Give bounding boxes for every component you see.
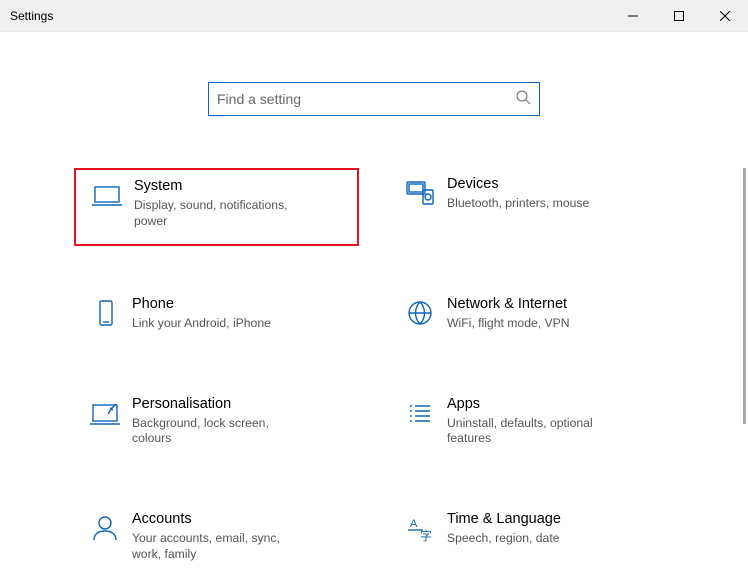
- personalisation-icon: [84, 396, 126, 428]
- tile-title: System: [134, 178, 304, 194]
- system-icon: [86, 178, 128, 210]
- close-button[interactable]: [702, 0, 748, 32]
- tile-subtitle: Background, lock screen, colours: [132, 416, 302, 448]
- search-wrap: [0, 82, 748, 116]
- minimize-icon: [628, 11, 638, 21]
- tile-title: Time & Language: [447, 511, 561, 527]
- tile-title: Apps: [447, 396, 617, 412]
- tile-title: Phone: [132, 296, 271, 312]
- minimize-button[interactable]: [610, 0, 656, 32]
- window-title: Settings: [10, 9, 53, 23]
- search-box[interactable]: [208, 82, 540, 116]
- tile-title: Network & Internet: [447, 296, 570, 312]
- svg-text:字: 字: [420, 528, 432, 543]
- accounts-icon: [84, 511, 126, 543]
- tile-title: Accounts: [132, 511, 302, 527]
- network-icon: [399, 296, 441, 328]
- devices-icon: [399, 176, 441, 208]
- tile-network[interactable]: Network & Internet WiFi, flight mode, VP…: [389, 288, 674, 346]
- maximize-icon: [674, 11, 684, 21]
- close-icon: [720, 11, 730, 21]
- tile-title: Devices: [447, 176, 589, 192]
- titlebar: Settings: [0, 0, 748, 32]
- tile-subtitle: Link your Android, iPhone: [132, 316, 271, 332]
- tile-apps[interactable]: Apps Uninstall, defaults, optional featu…: [389, 388, 674, 462]
- tile-subtitle: WiFi, flight mode, VPN: [447, 316, 570, 332]
- tile-timelanguage[interactable]: A字 Time & Language Speech, region, date: [389, 503, 674, 571]
- search-icon: [515, 89, 531, 110]
- tile-subtitle: Uninstall, defaults, optional features: [447, 416, 617, 448]
- maximize-button[interactable]: [656, 0, 702, 32]
- search-input[interactable]: [217, 91, 515, 107]
- tile-system[interactable]: System Display, sound, notifications, po…: [74, 168, 359, 246]
- svg-text:A: A: [410, 518, 418, 530]
- settings-grid: System Display, sound, notifications, po…: [74, 168, 674, 571]
- tile-title: Personalisation: [132, 396, 302, 412]
- tile-accounts[interactable]: Accounts Your accounts, email, sync, wor…: [74, 503, 359, 571]
- tile-subtitle: Your accounts, email, sync, work, family: [132, 531, 302, 563]
- tile-personalisation[interactable]: Personalisation Background, lock screen,…: [74, 388, 359, 462]
- tile-devices[interactable]: Devices Bluetooth, printers, mouse: [389, 168, 674, 246]
- tile-subtitle: Speech, region, date: [447, 531, 561, 547]
- content-area: System Display, sound, notifications, po…: [0, 32, 748, 571]
- phone-icon: [84, 296, 126, 328]
- timelanguage-icon: A字: [399, 511, 441, 543]
- tile-subtitle: Display, sound, notifications, power: [134, 198, 304, 230]
- tile-phone[interactable]: Phone Link your Android, iPhone: [74, 288, 359, 346]
- scrollbar-thumb[interactable]: [743, 168, 746, 424]
- tile-subtitle: Bluetooth, printers, mouse: [447, 196, 589, 212]
- apps-icon: [399, 396, 441, 428]
